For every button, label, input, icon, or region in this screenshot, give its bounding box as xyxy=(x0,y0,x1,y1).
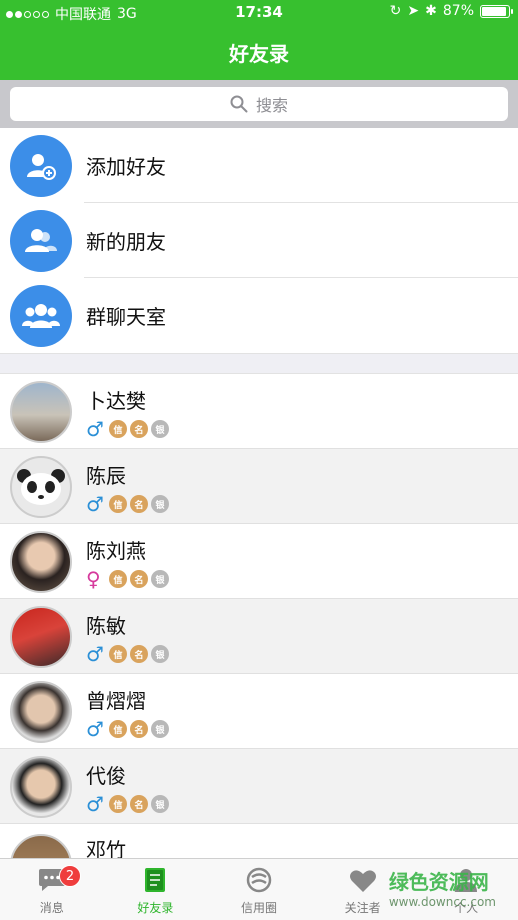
silver-badge: 银 xyxy=(151,570,169,588)
battery-icon xyxy=(480,4,513,18)
group-chat-icon xyxy=(10,284,72,347)
contact-name: 代俊 xyxy=(86,764,126,788)
add-friend-icon xyxy=(10,134,72,197)
status-bar: 中国联通 3G 17:34 ↻ ➤ ✱ 87% xyxy=(0,0,518,26)
location-icon: ➤ xyxy=(407,3,420,19)
rotation-lock-icon: ↻ xyxy=(389,3,402,19)
male-icon: ♂ xyxy=(86,792,104,816)
credit-badge: 信 xyxy=(109,495,127,513)
tab-credit-circle[interactable]: 信用圈 xyxy=(207,859,311,920)
add-friend-row[interactable]: 添加好友 xyxy=(0,128,518,203)
contact-row[interactable]: 曾熠熠 ♂ 信 名 银 xyxy=(0,674,518,749)
avatar xyxy=(10,755,72,818)
search-bar: 搜索 xyxy=(0,80,518,128)
search-placeholder: 搜索 xyxy=(255,96,288,115)
card-badge: 名 xyxy=(130,420,148,438)
male-icon: ♂ xyxy=(86,492,104,516)
card-badge: 名 xyxy=(130,645,148,663)
new-friends-label: 新的朋友 xyxy=(86,230,166,254)
new-friends-icon xyxy=(10,209,72,272)
credit-circle-icon xyxy=(246,867,272,893)
group-chat-label: 群聊天室 xyxy=(86,305,166,329)
silver-badge: 银 xyxy=(151,420,169,438)
address-book-icon xyxy=(145,868,166,892)
silver-badge: 银 xyxy=(151,795,169,813)
silver-badge: 银 xyxy=(151,495,169,513)
contact-row[interactable]: 陈敏 ♂ 信 名 银 xyxy=(0,599,518,674)
friends-list: 添加好友 新的朋友 群聊天室 卜达樊 ♂ 信 名 银 陈辰 ♂ 信 名 银 陈刘… xyxy=(0,128,518,899)
card-badge: 名 xyxy=(130,795,148,813)
card-badge: 名 xyxy=(130,570,148,588)
avatar xyxy=(10,380,72,443)
app-header: 中国联通 3G 17:34 ↻ ➤ ✱ 87% 好友录 xyxy=(0,0,518,80)
battery-percent: 87% xyxy=(442,3,474,19)
add-friend-label: 添加好友 xyxy=(86,155,166,179)
credit-badge: 信 xyxy=(109,570,127,588)
tab-label: 信用圈 xyxy=(240,901,277,915)
female-icon: ♀ xyxy=(86,567,101,591)
avatar xyxy=(10,680,72,743)
search-icon xyxy=(230,95,248,113)
contact-name: 曾熠熠 xyxy=(86,689,146,713)
watermark-url: www.downcc.com xyxy=(388,895,496,909)
contact-row[interactable]: 陈刘燕 ♀ 信 名 银 xyxy=(0,524,518,599)
avatar xyxy=(10,530,72,593)
search-input[interactable]: 搜索 xyxy=(10,87,508,121)
card-badge: 名 xyxy=(130,495,148,513)
contact-row[interactable]: 陈辰 ♂ 信 名 银 xyxy=(0,449,518,524)
watermark-text: 绿色资源网 xyxy=(388,870,489,894)
credit-badge: 信 xyxy=(109,420,127,438)
credit-badge: 信 xyxy=(109,720,127,738)
silver-badge: 银 xyxy=(151,645,169,663)
unread-badge: 2 xyxy=(59,865,81,887)
page-title: 好友录 xyxy=(229,42,289,66)
contact-name: 陈辰 xyxy=(86,464,126,488)
avatar xyxy=(10,455,72,518)
contact-name: 卜达樊 xyxy=(86,389,146,413)
contact-badges: ♂ 信 名 银 xyxy=(86,642,169,666)
tab-messages[interactable]: 2 消息 xyxy=(0,859,104,920)
tab-label: 消息 xyxy=(39,901,64,915)
group-chat-row[interactable]: 群聊天室 xyxy=(0,278,518,353)
heart-icon xyxy=(349,870,376,892)
contact-row[interactable]: 代俊 ♂ 信 名 银 xyxy=(0,749,518,824)
credit-badge: 信 xyxy=(109,645,127,663)
tab-label: 关注者 xyxy=(344,901,381,915)
contact-badges: ♂ 信 名 银 xyxy=(86,492,169,516)
tab-label: 好友录 xyxy=(137,901,174,915)
contact-badges: ♂ 信 名 银 xyxy=(86,417,169,441)
contact-badges: ♂ 信 名 银 xyxy=(86,717,169,741)
contact-row[interactable]: 卜达樊 ♂ 信 名 银 xyxy=(0,374,518,449)
avatar xyxy=(10,605,72,668)
card-badge: 名 xyxy=(130,720,148,738)
credit-badge: 信 xyxy=(109,795,127,813)
new-friends-row[interactable]: 新的朋友 xyxy=(0,203,518,278)
male-icon: ♂ xyxy=(86,417,104,441)
contact-badges: ♀ 信 名 银 xyxy=(86,567,169,591)
watermark: 绿色资源网 www.downcc.com xyxy=(389,866,496,909)
male-icon: ♂ xyxy=(86,717,104,741)
contact-badges: ♂ 信 名 银 xyxy=(86,792,169,816)
section-divider xyxy=(0,353,518,374)
bluetooth-icon: ✱ xyxy=(425,3,437,19)
silver-badge: 银 xyxy=(151,720,169,738)
male-icon: ♂ xyxy=(86,642,104,666)
tab-address-book[interactable]: 好友录 xyxy=(104,859,208,920)
contact-name: 陈敏 xyxy=(86,614,126,638)
contact-name: 陈刘燕 xyxy=(86,539,146,563)
